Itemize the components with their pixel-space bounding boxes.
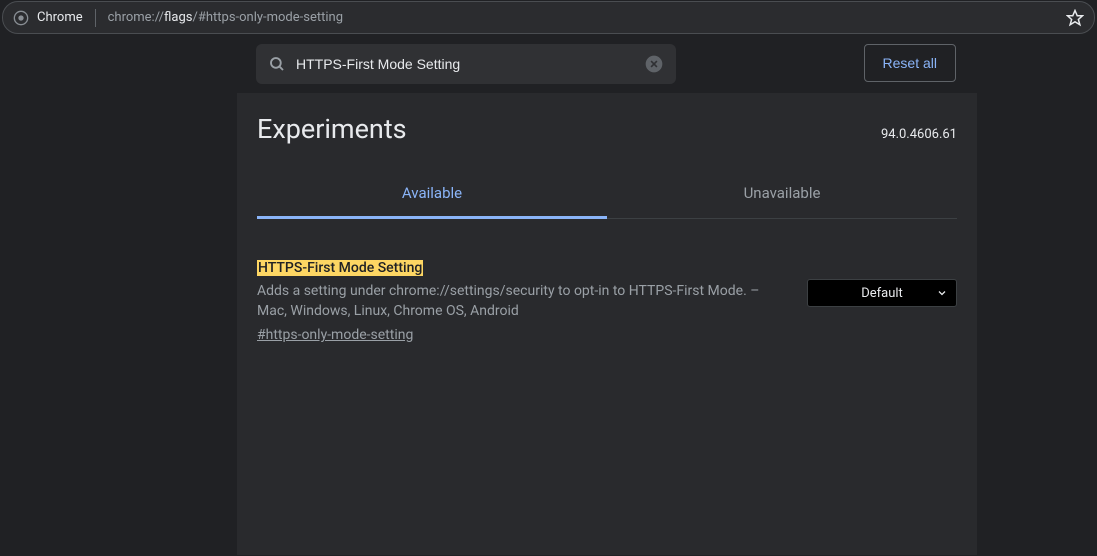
version-label: 94.0.4606.61 [881,127,957,142]
flag-select[interactable]: Default [807,279,957,307]
toolbar-region: Reset all [0,34,1097,94]
flag-row: HTTPS-First Mode Setting Adds a setting … [257,257,957,343]
browser-address-bar[interactable]: Chrome chrome://flags/#https-only-mode-s… [2,1,1095,34]
url-scheme: chrome:// [108,10,164,25]
right-gutter [977,93,1097,555]
tabs: Available Unavailable [257,170,957,219]
search-box[interactable] [256,44,676,84]
clear-icon[interactable] [644,54,664,74]
browser-app-name: Chrome [37,10,95,25]
flag-select-value: Default [861,286,903,301]
main-panel: Experiments 94.0.4606.61 Available Unava… [237,93,977,555]
page-title: Experiments [257,113,407,145]
search-icon [268,55,286,73]
tab-unavailable[interactable]: Unavailable [607,170,957,218]
flag-text: HTTPS-First Mode Setting Adds a setting … [257,257,787,343]
url-host: flags [164,10,192,25]
flag-title: HTTPS-First Mode Setting [257,260,423,276]
divider [95,9,96,27]
chrome-icon [13,10,29,26]
flag-description: Adds a setting under chrome://settings/s… [257,282,787,321]
tab-available[interactable]: Available [257,170,607,219]
chevron-down-icon [936,287,948,299]
reset-all-button[interactable]: Reset all [864,44,956,82]
search-input[interactable] [296,56,634,72]
left-gutter [0,93,237,555]
bookmark-star-icon[interactable] [1066,9,1084,27]
header-row: Experiments 94.0.4606.61 [257,113,957,145]
url-path: /#https-only-mode-setting [192,10,343,25]
flag-anchor-link[interactable]: #https-only-mode-setting [257,327,413,343]
